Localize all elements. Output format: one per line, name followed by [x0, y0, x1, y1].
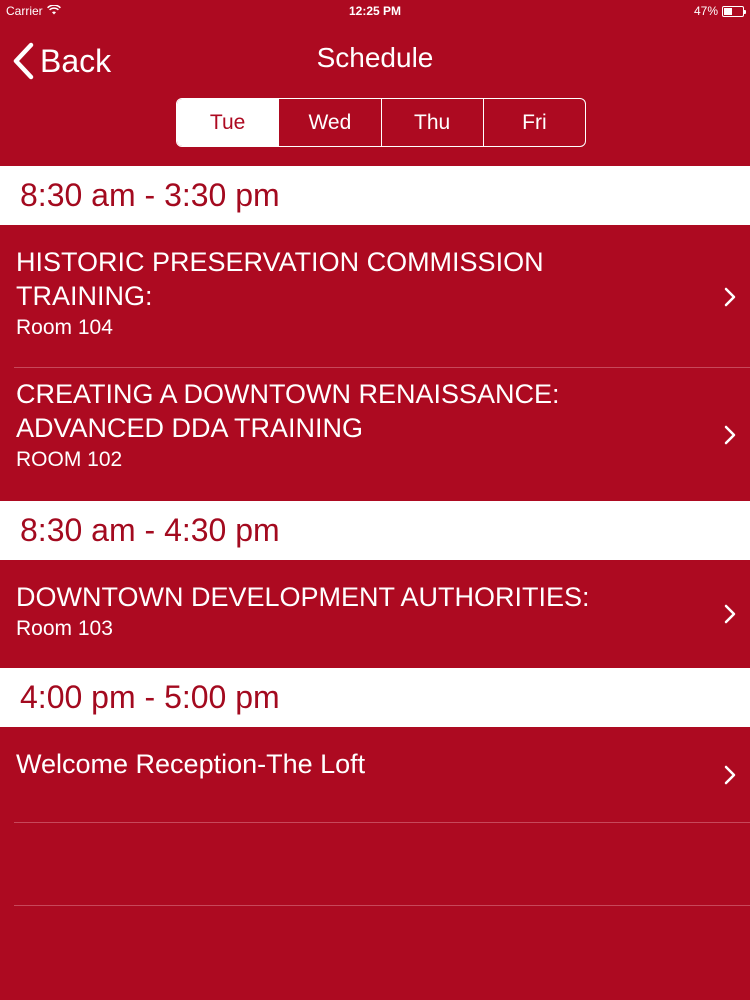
session-location: Room 103 — [16, 617, 113, 640]
list-item[interactable]: CREATING A DOWNTOWN RENAISSANCE: ADVANCE… — [0, 368, 750, 501]
clock: 12:25 PM — [348, 4, 402, 18]
section-header: 4:00 pm - 5:00 pm — [0, 668, 750, 727]
schedule-list: 8:30 am - 3:30 pm HISTORIC PRESERVATION … — [0, 166, 750, 989]
battery-icon — [722, 5, 746, 17]
empty-row — [0, 823, 750, 906]
tab-label: Fri — [522, 110, 547, 134]
section-header: 8:30 am - 3:30 pm — [0, 166, 750, 225]
list-item[interactable]: Welcome Reception-The Loft — [0, 727, 750, 823]
session-title: Welcome Reception-The Loft — [16, 749, 366, 779]
tab-label: Thu — [414, 110, 451, 134]
session-location: ROOM 102 — [16, 448, 123, 471]
session-title: DOWNTOWN DEVELOPMENT AUTHORITIES: — [16, 582, 590, 612]
day-selector: Tue Wed Thu Fri — [176, 98, 586, 147]
session-location: Room 104 — [16, 316, 113, 339]
section-header: 8:30 am - 4:30 pm — [0, 501, 750, 560]
tab-wed[interactable]: Wed — [278, 99, 380, 146]
page-title: Schedule — [316, 42, 434, 73]
chevron-right-icon — [724, 287, 736, 312]
chevron-right-icon — [724, 425, 736, 450]
navigation-bar: Back Schedule — [0, 22, 750, 98]
session-title: CREATING A DOWNTOWN RENAISSANCE: ADVANCE… — [16, 379, 560, 443]
battery-percent: 47% — [693, 4, 718, 18]
chevron-right-icon — [724, 765, 736, 790]
status-bar: Carrier 12:25 PM 47% — [0, 0, 750, 22]
tab-label: Tue — [209, 110, 246, 134]
tab-tue[interactable]: Tue — [177, 99, 279, 146]
battery-indicator: 47% — [693, 4, 746, 18]
session-title: HISTORIC PRESERVATION COMMISSION TRAININ… — [16, 247, 544, 311]
tab-fri[interactable]: Fri — [482, 99, 585, 146]
time-range: 8:30 am - 3:30 pm — [20, 177, 280, 213]
list-item[interactable]: HISTORIC PRESERVATION COMMISSION TRAININ… — [0, 225, 750, 368]
time-range: 4:00 pm - 5:00 pm — [20, 679, 280, 715]
chevron-right-icon — [724, 604, 736, 629]
tab-label: Wed — [308, 110, 352, 134]
empty-row — [0, 906, 750, 989]
time-range: 8:30 am - 4:30 pm — [20, 512, 280, 548]
tab-thu[interactable]: Thu — [380, 99, 483, 146]
list-item[interactable]: DOWNTOWN DEVELOPMENT AUTHORITIES: Room 1… — [0, 560, 750, 668]
